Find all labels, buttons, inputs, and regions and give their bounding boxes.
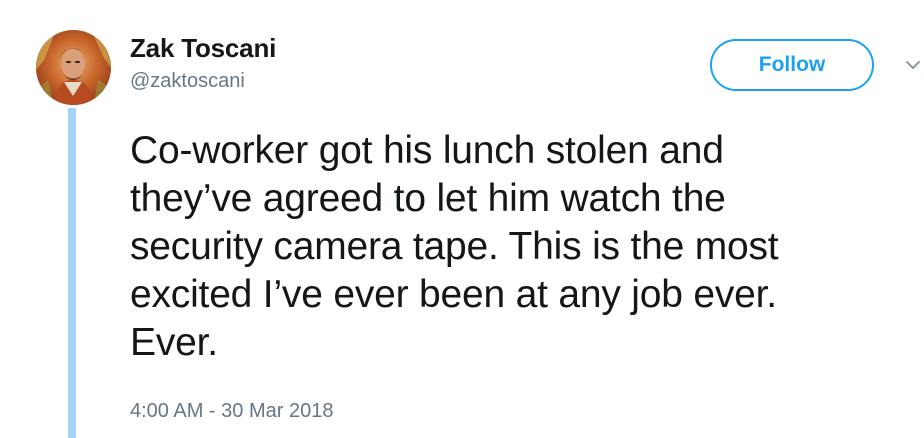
thread-line xyxy=(68,108,76,438)
avatar[interactable] xyxy=(36,30,111,105)
tweet-card: Zak Toscani @zaktoscani Follow Co-worker… xyxy=(0,0,924,438)
author-name[interactable]: Zak Toscani xyxy=(130,33,276,64)
tweet-text-line: security camera tape. This is the most xyxy=(130,225,779,268)
tweet-text-line: they’ve agreed to let him watch the xyxy=(130,177,726,220)
tweet-timestamp[interactable]: 4:00 AM - 30 Mar 2018 xyxy=(130,400,333,423)
user-avatar-photo-icon xyxy=(36,30,111,105)
author-handle[interactable]: @zaktoscani xyxy=(130,70,245,93)
follow-button[interactable]: Follow xyxy=(710,39,874,91)
tweet-text: Co-worker got his lunch stolen and they’… xyxy=(130,127,910,367)
tweet-text-line: excited I’ve ever been at any job ever. xyxy=(130,273,777,316)
chevron-down-icon[interactable] xyxy=(904,58,922,72)
tweet-text-line: Ever. xyxy=(130,321,218,364)
tweet-text-line: Co-worker got his lunch stolen and xyxy=(130,129,724,172)
